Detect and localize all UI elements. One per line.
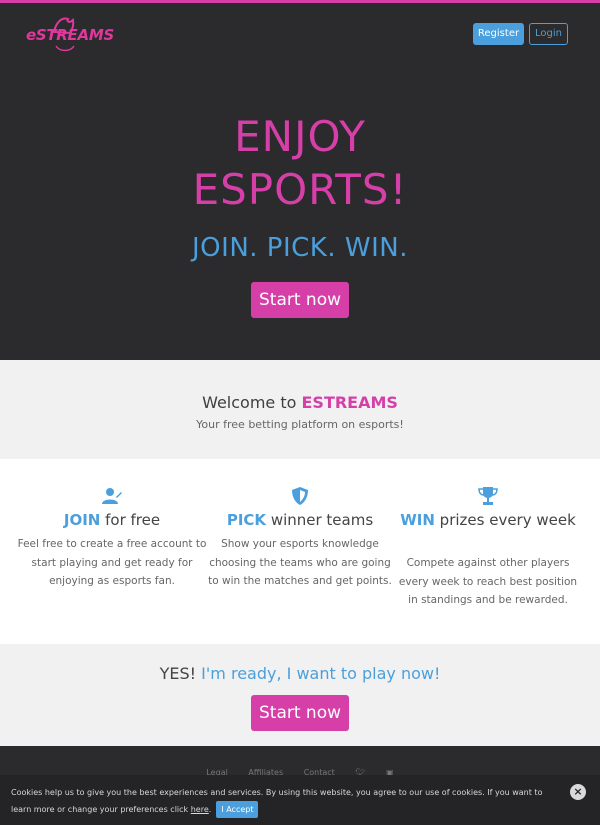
welcome-title-prefix: Welcome to (202, 393, 302, 412)
cookie-text: Cookies help us to give you the best exp… (11, 785, 561, 818)
cta-start-button[interactable]: Start now (251, 695, 349, 731)
feature-win-text: Compete against other players every week… (398, 557, 578, 606)
welcome-brand: ESTREAMS (301, 393, 398, 412)
welcome-subtitle: Your free betting platform on esports! (196, 418, 404, 431)
trophy-icon (478, 487, 498, 505)
cta-text: YES! I'm ready, I want to play now! (0, 664, 600, 683)
feature-pick-title: PICK winner teams (205, 510, 395, 530)
feature-pick-rest: winner teams (266, 511, 374, 529)
feature-join-rest: for free (100, 511, 161, 529)
feature-win-highlight: WIN (400, 511, 435, 529)
feature-join-text: Feel free to create a free account to st… (17, 538, 207, 587)
cookie-here-link[interactable]: here (191, 805, 209, 814)
feature-join-highlight: JOIN (63, 511, 101, 529)
hero-section: eSTREAMS Register Login ENJOY ESPORTS! J… (0, 0, 600, 360)
hero-title-line1: ENJOY (234, 112, 366, 161)
user-edit-icon (102, 488, 122, 504)
hero-start-button[interactable]: Start now (251, 282, 349, 318)
hero-title-line2: ESPORTS! (192, 165, 408, 214)
hero-title: ENJOY ESPORTS! (0, 110, 600, 216)
cta-prefix: YES! (159, 664, 202, 683)
cookie-close-icon[interactable]: × (570, 784, 586, 800)
feature-win-title: WIN prizes every week (393, 510, 583, 530)
hero-subtitle: JOIN. PICK. WIN. (192, 233, 408, 263)
features-section: JOIN for free Feel free to create a free… (0, 459, 600, 644)
cookie-banner: Cookies help us to give you the best exp… (0, 775, 600, 825)
cta-section: Start now (0, 644, 600, 746)
cta-highlight: I'm ready, I want to play now! (201, 664, 441, 683)
welcome-title: Welcome to ESTREAMS (0, 393, 600, 412)
cookie-accept-button[interactable]: I Accept (216, 801, 259, 818)
register-button[interactable]: Register (473, 23, 524, 45)
welcome-section: Welcome to ESTREAMS Your free betting pl… (0, 360, 600, 459)
login-button[interactable]: Login (529, 23, 568, 45)
cookie-message: Cookies help us to give you the best exp… (11, 788, 543, 814)
feature-join-title: JOIN for free (17, 510, 207, 530)
top-accent-line (0, 0, 600, 3)
feature-win-rest: prizes every week (434, 511, 576, 529)
logo-text: eSTREAMS (26, 26, 114, 44)
site-logo[interactable]: eSTREAMS (26, 14, 114, 56)
feature-pick-text: Show your esports knowledge choosing the… (208, 538, 392, 587)
feature-pick-highlight: PICK (226, 511, 267, 529)
shield-icon (292, 487, 308, 505)
